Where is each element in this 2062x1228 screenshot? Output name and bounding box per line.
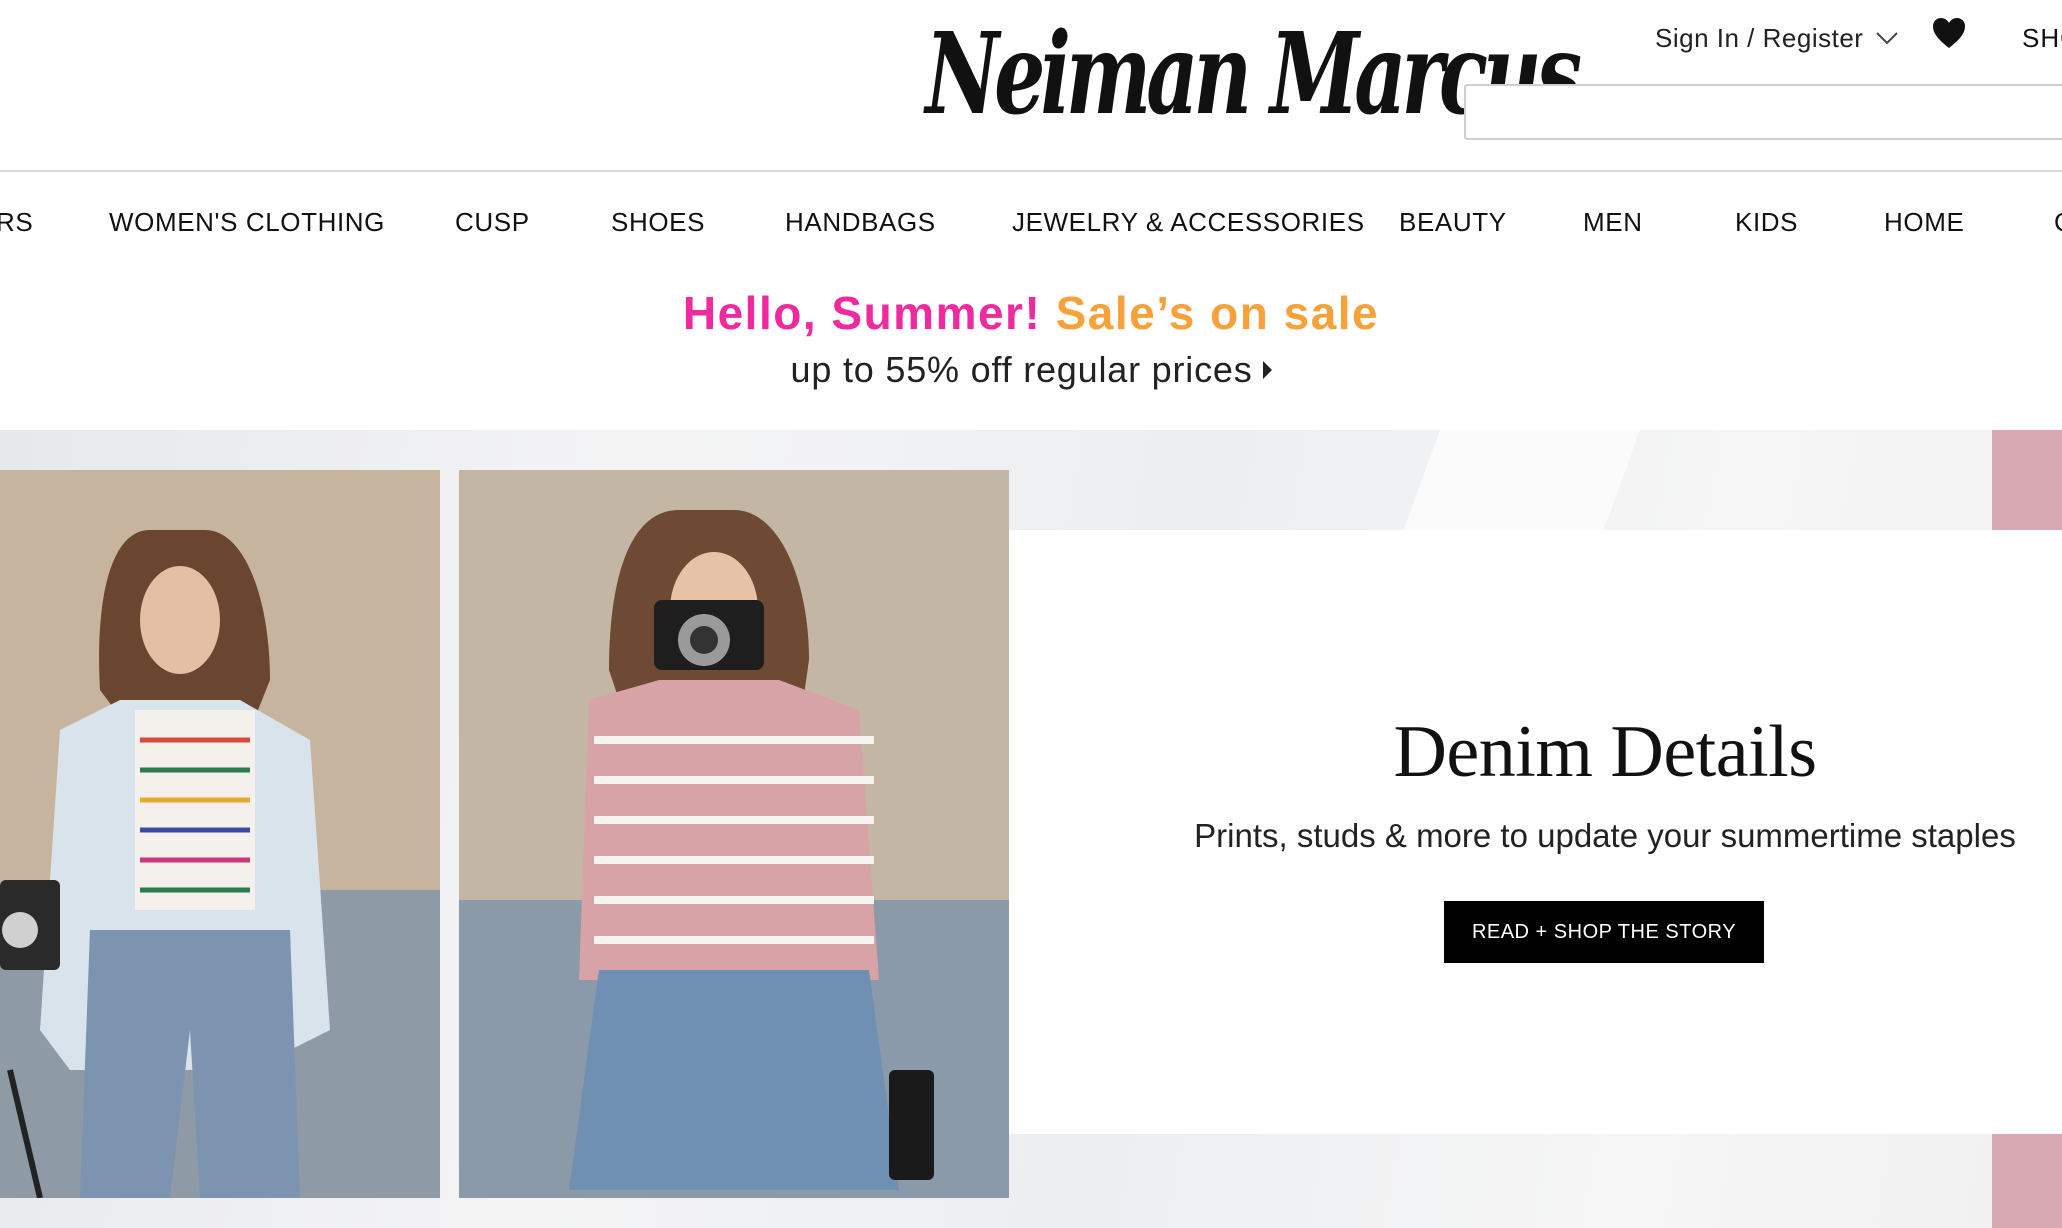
- nav-item-womens-clothing[interactable]: WOMEN'S CLOTHING: [109, 204, 385, 240]
- nav-item-kids[interactable]: KIDS: [1735, 204, 1798, 240]
- shopping-bag-link[interactable]: SHO: [2022, 18, 2062, 58]
- nav-item-shoes[interactable]: SHOES: [611, 204, 705, 240]
- nav-item-designers[interactable]: RS: [0, 204, 33, 240]
- promo-subline-text[interactable]: up to 55% off regular prices: [791, 349, 1253, 390]
- hero-photo-right[interactable]: [459, 470, 1009, 1198]
- nav-item-cusp[interactable]: CUSP: [455, 204, 530, 240]
- promo-headline[interactable]: Hello, Summer! Sale’s on sale: [0, 280, 2062, 346]
- logo[interactable]: Neiman Marcus: [925, 0, 1582, 158]
- read-shop-story-button[interactable]: READ + SHOP THE STORY: [1444, 901, 1764, 963]
- hero-title[interactable]: Denim Details: [1200, 710, 2010, 794]
- promo-headline-orange[interactable]: Sale’s on sale: [1056, 287, 1380, 339]
- hero-photo-left[interactable]: [0, 470, 440, 1198]
- promo-banner[interactable]: Hello, Summer! Sale’s on sale up to 55% …: [0, 270, 2062, 430]
- hero-background-fold: [1399, 430, 1641, 540]
- promo-headline-pink[interactable]: Hello, Summer!: [683, 287, 1041, 339]
- nav-item-gifts[interactable]: G: [2054, 204, 2062, 240]
- hero-background-stripe: [1992, 1132, 2062, 1228]
- hero-subtitle: Prints, studs & more to update your summ…: [1194, 817, 2016, 854]
- heart-icon[interactable]: [1931, 16, 1967, 50]
- nav-item-beauty[interactable]: BEAUTY: [1399, 204, 1507, 240]
- model-illustration-right: [459, 470, 1009, 1198]
- caret-right-icon[interactable]: [1262, 361, 1272, 379]
- account-menu[interactable]: Sign In / Register: [1655, 20, 1899, 56]
- chevron-down-icon[interactable]: [1875, 28, 1899, 48]
- promo-subline[interactable]: up to 55% off regular prices: [0, 342, 2062, 398]
- hero-banner: Denim Details Prints, studs & more to up…: [0, 430, 2062, 1228]
- hero-background-stripe: [1992, 430, 2062, 540]
- nav-item-handbags[interactable]: HANDBAGS: [785, 204, 936, 240]
- model-illustration-left: [0, 470, 440, 1198]
- nav-item-home[interactable]: HOME: [1884, 204, 1964, 240]
- nav-item-men[interactable]: MEN: [1583, 204, 1643, 240]
- search-input[interactable]: [1464, 84, 2062, 140]
- site-header: Neiman Marcus Sign In / Register SHO: [0, 0, 2062, 172]
- account-label[interactable]: Sign In / Register: [1655, 23, 1863, 54]
- nav-item-jewelry-accessories[interactable]: JEWELRY & ACCESSORIES: [1012, 204, 1365, 240]
- main-nav: RS WOMEN'S CLOTHING CUSP SHOES HANDBAGS …: [0, 174, 2062, 270]
- page: Neiman Marcus Sign In / Register SHO RS …: [0, 0, 2062, 1228]
